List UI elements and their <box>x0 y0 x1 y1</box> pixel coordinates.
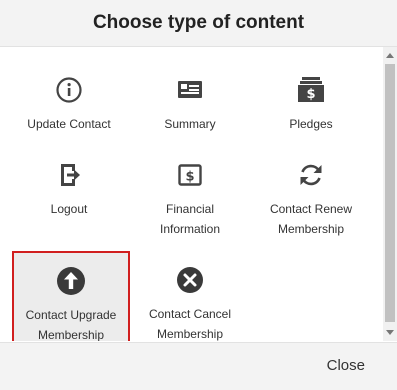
dialog-header: Choose type of content <box>0 0 397 47</box>
id-card-icon <box>175 75 205 105</box>
tile-label: Contact Renew Membership <box>269 202 353 236</box>
tile-contact-upgrade-membership[interactable]: Contact Upgrade Membership <box>12 251 130 341</box>
dialog-footer: Close <box>0 342 397 390</box>
tile-highlight: Contact Upgrade Membership <box>14 253 128 341</box>
tile-label: Logout <box>50 202 88 216</box>
money-stack-icon: $ <box>296 75 326 105</box>
svg-text:$: $ <box>185 170 194 185</box>
tile-financial-information[interactable]: $ Financial Information <box>131 160 249 239</box>
refresh-icon <box>296 160 326 190</box>
tile-update-contact[interactable]: Update Contact <box>10 75 128 134</box>
vertical-scrollbar[interactable] <box>383 47 397 341</box>
logout-icon <box>54 160 84 190</box>
cancel-x-icon <box>175 265 205 295</box>
close-button[interactable]: Close <box>327 357 365 374</box>
upgrade-arrow-icon <box>56 266 86 296</box>
svg-text:$: $ <box>306 87 315 102</box>
info-icon <box>54 75 84 105</box>
tile-contact-renew-membership[interactable]: Contact Renew Membership <box>252 160 370 239</box>
tile-pledges[interactable]: $ Pledges <box>252 75 370 134</box>
scroll-down-arrow-icon[interactable] <box>386 330 394 335</box>
tile-label: Contact Upgrade Membership <box>25 308 117 341</box>
tile-label: Contact Cancel Membership <box>148 307 232 341</box>
tile-summary[interactable]: Summary <box>131 75 249 134</box>
dollar-document-icon: $ <box>175 160 205 190</box>
scrollbar-thumb[interactable] <box>385 64 395 322</box>
tile-label: Pledges <box>289 117 333 131</box>
tile-label: Update Contact <box>27 117 111 131</box>
content-type-grid: Update Contact Summary $ Pledges Logout … <box>0 47 397 341</box>
tile-logout[interactable]: Logout <box>10 160 128 219</box>
dialog-title: Choose type of content <box>92 12 305 33</box>
tile-label: Financial Information <box>159 202 221 236</box>
tile-contact-cancel-membership[interactable]: Contact Cancel Membership <box>131 265 249 341</box>
tile-label: Summary <box>164 117 216 131</box>
scroll-up-arrow-icon[interactable] <box>386 53 394 58</box>
